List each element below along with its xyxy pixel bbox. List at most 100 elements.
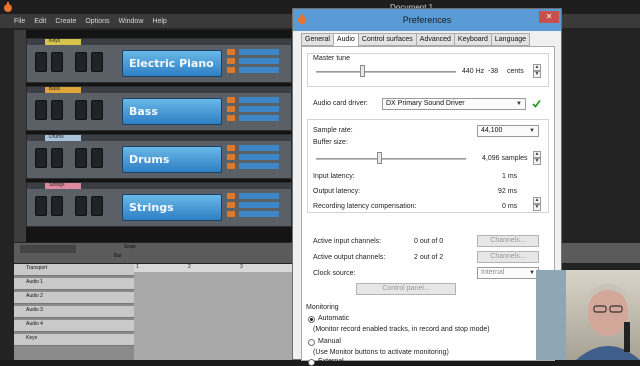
spin-up-icon[interactable]: ▲ (533, 64, 541, 71)
device-knob[interactable] (35, 52, 47, 72)
menu-edit[interactable]: Edit (34, 18, 46, 25)
master-tune-spinner[interactable]: ▲ ▼ (533, 64, 541, 78)
spin-up-icon[interactable]: ▲ (533, 151, 541, 158)
spin-down-icon[interactable]: ▼ (533, 71, 541, 78)
spin-down-icon[interactable]: ▼ (533, 204, 541, 211)
timeline-ruler[interactable]: 1 2 3 (134, 264, 294, 272)
device-selector[interactable] (239, 154, 279, 160)
master-tune-slider[interactable] (360, 65, 365, 77)
device-selector[interactable] (239, 97, 279, 103)
chevron-down-icon: ▼ (516, 101, 522, 107)
device-button[interactable] (227, 211, 235, 217)
device-selector[interactable] (239, 211, 279, 217)
device-knob[interactable] (51, 100, 63, 120)
rack-device[interactable]: Bass Bass (26, 86, 292, 131)
menu-options[interactable]: Options (85, 18, 109, 25)
device-knob[interactable] (51, 148, 63, 168)
rack-device[interactable]: Drums Drums (26, 134, 292, 179)
rack-device[interactable]: Strings Strings (26, 182, 292, 227)
tab-audio[interactable]: Audio (332, 33, 358, 46)
device-button[interactable] (227, 115, 235, 121)
device-knob[interactable] (35, 196, 47, 216)
bar-label[interactable]: Bar (114, 253, 122, 259)
monitoring-manual-radio[interactable] (308, 339, 315, 346)
control-panel-button[interactable]: Control panel... (356, 283, 456, 295)
device-tag-label: Strings (49, 182, 65, 188)
monitoring-automatic-label[interactable]: Automatic (318, 315, 349, 322)
buffer-size-spinner[interactable]: ▲ ▼ (533, 151, 541, 165)
tool-icons[interactable] (20, 245, 76, 253)
rack-device[interactable]: Keys Electric Piano (26, 38, 292, 83)
snap-label[interactable]: Snap (124, 244, 136, 250)
clock-source-select[interactable]: Internal ▼ (477, 267, 539, 279)
monitoring-automatic-radio[interactable] (308, 316, 315, 323)
device-selector[interactable] (239, 106, 279, 112)
device-button[interactable] (227, 193, 235, 199)
spin-up-icon[interactable]: ▲ (533, 197, 541, 204)
tab-language[interactable]: Language (490, 33, 531, 46)
device-knob[interactable] (91, 148, 103, 168)
audio-card-driver-select[interactable]: DX Primary Sound Driver ▼ (382, 98, 526, 110)
device-button[interactable] (227, 58, 235, 64)
device-knob[interactable] (75, 52, 87, 72)
device-selector[interactable] (239, 145, 279, 151)
menu-create[interactable]: Create (55, 18, 76, 25)
track-row[interactable]: Keys (14, 334, 134, 346)
device-knob[interactable] (91, 100, 103, 120)
device-button[interactable] (227, 145, 235, 151)
sample-rate-select[interactable]: 44,100 ▼ (477, 125, 539, 137)
device-knob[interactable] (91, 196, 103, 216)
tab-keyboard[interactable]: Keyboard (453, 33, 491, 46)
webcam-overlay (536, 270, 640, 360)
input-channels-button[interactable]: Channels... (477, 235, 539, 247)
device-selector[interactable] (239, 58, 279, 64)
device-selector[interactable] (239, 67, 279, 73)
device-button[interactable] (227, 67, 235, 73)
device-button[interactable] (227, 154, 235, 160)
device-selector[interactable] (239, 49, 279, 55)
track-row[interactable]: Audio 2 (14, 292, 134, 304)
track-name: Transport (26, 265, 48, 271)
device-selector[interactable] (239, 193, 279, 199)
spin-down-icon[interactable]: ▼ (533, 158, 541, 165)
active-output-label: Active output channels: (313, 254, 386, 261)
device-knob[interactable] (51, 52, 63, 72)
track-row[interactable]: Transport (14, 264, 134, 276)
buffer-size-slider[interactable] (377, 152, 382, 164)
dialog-titlebar[interactable]: Preferences ✕ (293, 9, 561, 31)
device-selector[interactable] (239, 115, 279, 121)
device-knob[interactable] (75, 148, 87, 168)
device-knob[interactable] (35, 100, 47, 120)
menu-help[interactable]: Help (152, 18, 166, 25)
device-button[interactable] (227, 163, 235, 169)
device-knob[interactable] (35, 148, 47, 168)
tab-control-surfaces[interactable]: Control surfaces (357, 33, 416, 46)
device-knob[interactable] (75, 100, 87, 120)
track-row[interactable]: Audio 3 (14, 306, 134, 318)
device-button[interactable] (227, 97, 235, 103)
device-knob[interactable] (91, 52, 103, 72)
menu-window[interactable]: Window (118, 18, 143, 25)
track-row[interactable]: Audio 4 (14, 320, 134, 332)
tab-advanced[interactable]: Advanced (415, 33, 454, 46)
device-button[interactable] (227, 49, 235, 55)
tab-general[interactable]: General (301, 33, 333, 46)
master-tune-track[interactable] (316, 71, 456, 73)
arrangement-area[interactable] (134, 272, 294, 360)
device-knob[interactable] (75, 196, 87, 216)
output-channels-button[interactable]: Channels... (477, 251, 539, 263)
track-name: Audio 2 (26, 293, 43, 299)
menu-file[interactable]: File (14, 18, 25, 25)
buffer-size-track[interactable] (316, 158, 466, 160)
device-knob[interactable] (51, 196, 63, 216)
device-button[interactable] (227, 202, 235, 208)
monitoring-manual-label[interactable]: Manual (318, 338, 341, 345)
device-selector[interactable] (239, 163, 279, 169)
device-selector[interactable] (239, 202, 279, 208)
track-row[interactable]: Audio 1 (14, 278, 134, 290)
device-button[interactable] (227, 106, 235, 112)
latency-compensation-spinner[interactable]: ▲ ▼ (533, 197, 541, 211)
monitoring-external-label[interactable]: External (318, 358, 344, 365)
monitoring-external-radio[interactable] (308, 359, 315, 366)
close-button[interactable]: ✕ (539, 11, 559, 23)
